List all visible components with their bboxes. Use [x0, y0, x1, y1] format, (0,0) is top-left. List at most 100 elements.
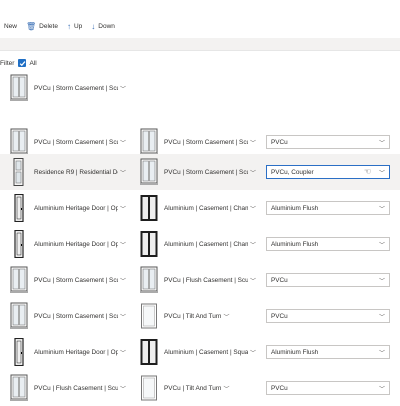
up-button[interactable]: ↑ Up [67, 18, 91, 34]
chevron-down-icon: ﹀ [378, 315, 385, 321]
product-thumbnail-icon [140, 158, 158, 186]
filter-bar: Filter All [0, 57, 37, 69]
chevron-down-icon: ﹀ [378, 243, 385, 249]
product-thumbnail-icon [10, 338, 28, 366]
linked-item-dropdown[interactable]: Aluminium | Casement | Chamf...﹀ [140, 190, 256, 226]
finish-select[interactable]: PVCu ﹀ [266, 135, 390, 149]
chevron-down-icon: ﹀ [120, 206, 127, 213]
linked-item-label: PVCu | Storm Casement | Sculp... [164, 168, 248, 176]
arrow-down-icon: ↓ [91, 21, 96, 31]
item-name-label: Residence R9 | Residential Doo... [34, 168, 118, 176]
linked-item-dropdown[interactable]: PVCu | Tilt And Turn ﹀ [140, 298, 229, 334]
finish-value: PVCu [271, 384, 288, 392]
linked-item-dropdown[interactable]: Aluminium | Casement | Chamf...﹀ [140, 226, 256, 262]
chevron-down-icon: ﹀ [378, 387, 385, 393]
item-name-label: PVCu | Storm Casement | Sculp... [34, 276, 118, 284]
chevron-down-icon: ﹀ [223, 386, 230, 393]
finish-select[interactable]: PVCu ﹀ [266, 381, 390, 395]
product-thumbnail-icon [140, 230, 158, 258]
finish-select[interactable]: PVCu ﹀ [266, 309, 390, 323]
delete-button[interactable]: 🗑 Delete [26, 18, 67, 34]
item-name-label: PVCu | Storm Casement | Sculp... [34, 312, 118, 320]
linked-item-dropdown[interactable]: PVCu | Storm Casement | Sculp...﹀ [140, 154, 256, 190]
chevron-down-icon: ﹀ [223, 314, 230, 321]
item-name-dropdown[interactable]: Aluminium Heritage Door | Op... ﹀ [10, 226, 126, 262]
item-name-dropdown[interactable]: Aluminium Heritage Door | Op... ﹀ [10, 334, 126, 370]
chevron-down-icon: ﹀ [250, 278, 257, 285]
down-button[interactable]: ↓ Down [91, 18, 124, 34]
hand-cursor-icon: ☜ [363, 167, 371, 176]
filter-all-checkbox[interactable] [18, 59, 27, 67]
item-name-dropdown[interactable]: PVCu | Flush Casement | Sculpt...﹀ [10, 370, 126, 406]
linked-item-label: Aluminium | Casement | Chamf... [164, 204, 248, 212]
chevron-down-icon: ﹀ [250, 170, 257, 177]
finish-select[interactable]: Aluminium Flush ﹀ [266, 345, 390, 359]
finish-value: PVCu [271, 312, 288, 320]
product-thumbnail-icon [10, 266, 28, 294]
linked-item-dropdown[interactable]: PVCu | Tilt And Turn ﹀ [140, 370, 229, 406]
finish-value: Aluminium Flush [271, 204, 319, 212]
item-name-dropdown[interactable]: PVCu | Storm Casement | Sculp...﹀ [10, 262, 126, 298]
product-thumbnail-icon [140, 194, 158, 222]
chevron-down-icon: ﹀ [250, 206, 257, 213]
item-name-dropdown[interactable]: PVCu | Storm Casement | Sculp...﹀ [10, 298, 126, 334]
finish-select[interactable]: PVCu, Coupler ☜ ﹀ [266, 165, 390, 179]
linked-item-dropdown[interactable]: Aluminium | Casement | Square ﹀ [140, 334, 256, 370]
linked-item-label: PVCu | Tilt And Turn [164, 384, 222, 392]
finish-value: Aluminium Flush [271, 240, 319, 248]
product-thumbnail-icon [10, 302, 28, 330]
product-thumbnail-icon [140, 266, 158, 294]
item-name-label: PVCu | Storm Casement | Sculp... [34, 84, 118, 92]
item-name-dropdown[interactable]: PVCu | Storm Casement | Sculp... ﹀ [10, 70, 126, 106]
chevron-down-icon: ﹀ [120, 278, 127, 285]
linked-item-label: PVCu | Tilt And Turn [164, 312, 222, 320]
item-name-dropdown[interactable]: Residence R9 | Residential Doo...﹀ [10, 154, 126, 190]
table-row: Aluminium Heritage Door | Op... ﹀ Aluminiu… [0, 190, 400, 226]
product-thumbnail-icon [140, 302, 158, 330]
check-icon [19, 60, 26, 66]
linked-item-label: PVCu | Flush Casement | Sculpt... [164, 276, 248, 284]
new-button[interactable]: New [0, 18, 26, 34]
chevron-down-icon: ﹀ [250, 242, 257, 249]
command-bar: New 🗑 Delete ↑ Up ↓ Down [0, 0, 400, 38]
product-thumbnail-icon [10, 158, 28, 186]
item-name-dropdown[interactable]: Aluminium Heritage Door | Op... ﹀ [10, 190, 126, 226]
chevron-down-icon: ﹀ [378, 141, 385, 147]
chevron-down-icon: ﹀ [378, 207, 385, 213]
linked-item-dropdown[interactable]: PVCu | Flush Casement | Sculpt...﹀ [140, 262, 256, 298]
chevron-down-icon: ﹀ [120, 314, 127, 321]
chevron-down-icon: ﹀ [378, 279, 385, 285]
finish-value: PVCu [271, 138, 288, 146]
delete-label: Delete [39, 22, 58, 30]
toolbar-divider-band [0, 38, 400, 51]
product-thumbnail-icon [10, 374, 28, 402]
up-label: Up [73, 22, 83, 30]
item-name-label: Aluminium Heritage Door | Op... [34, 204, 118, 212]
casement-window-icon [10, 74, 28, 102]
chevron-down-icon: ﹀ [378, 171, 385, 177]
trash-icon: 🗑 [26, 21, 37, 31]
chevron-down-icon: ﹀ [120, 86, 127, 93]
product-thumbnail-icon [140, 374, 158, 402]
finish-value: PVCu, Coupler [271, 168, 314, 176]
chevron-down-icon: ﹀ [120, 170, 127, 177]
finish-select[interactable]: Aluminium Flush ﹀ [266, 237, 390, 251]
chevron-down-icon: ﹀ [250, 350, 257, 357]
chevron-down-icon: ﹀ [120, 242, 127, 249]
finish-select[interactable]: PVCu ﹀ [266, 273, 390, 287]
table-row: Residence R9 | Residential Doo...﹀PVCu |… [0, 154, 400, 190]
finish-select[interactable]: Aluminium Flush ﹀ [266, 201, 390, 215]
finish-value: Aluminium Flush [271, 348, 319, 356]
linked-item-label: PVCu | Storm Casement | Sculp... [164, 138, 248, 146]
product-thumbnail-icon [10, 230, 28, 258]
chevron-down-icon: ﹀ [120, 386, 127, 393]
chevron-down-icon: ﹀ [120, 350, 127, 357]
product-thumbnail-icon [10, 128, 28, 156]
item-name-label: Aluminium Heritage Door | Op... [34, 348, 118, 356]
item-name-label: PVCu | Flush Casement | Sculpt... [34, 384, 118, 392]
finish-value: PVCu [271, 276, 288, 284]
product-thumbnail-icon [140, 128, 158, 156]
linked-item-label: Aluminium | Casement | Chamf... [164, 240, 248, 248]
table-row: PVCu | Storm Casement | Sculp...﹀PVCu | … [0, 262, 400, 298]
chevron-down-icon: ﹀ [250, 140, 257, 147]
